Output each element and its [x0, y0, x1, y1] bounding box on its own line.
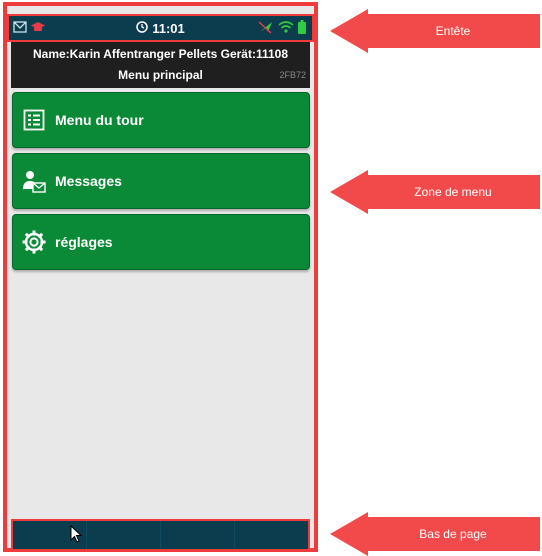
- header-annotation-label: Entête: [435, 24, 471, 38]
- footer-slot[interactable]: [161, 521, 235, 549]
- footer-bar: [11, 519, 310, 551]
- messages-label: Messages: [55, 173, 122, 189]
- status-bar: 11:01: [7, 14, 314, 42]
- menu-zone-annotation: Zone de menu: [366, 175, 540, 209]
- menu-zone-annotation-label: Zone de menu: [414, 185, 492, 199]
- wifi-icon: [278, 20, 294, 39]
- clock-icon: [136, 21, 148, 36]
- footer-annotation-label: Bas de page: [419, 527, 487, 541]
- footer-slot[interactable]: [87, 521, 161, 549]
- menu-zone-annotation-arrow: [330, 170, 368, 214]
- title-block: Name:Karin Affentranger Pellets Gerät:11…: [11, 42, 310, 88]
- status-time: 11:01: [152, 21, 185, 36]
- gps-off-icon: [258, 20, 274, 39]
- list-icon: [21, 107, 47, 133]
- user-mail-icon: [21, 168, 47, 194]
- header-annotation: Entête: [366, 14, 540, 48]
- version-code: 2FB72: [279, 70, 306, 80]
- battery-icon: [298, 20, 306, 39]
- messages-button[interactable]: Messages: [12, 153, 310, 209]
- menu-tour-label: Menu du tour: [55, 112, 144, 128]
- driver-device-name: Name:Karin Affentranger Pellets Gerät:11…: [33, 47, 288, 61]
- gear-icon: [21, 229, 47, 255]
- status-right-icons: [258, 20, 306, 39]
- menu-tour-button[interactable]: Menu du tour: [12, 92, 310, 148]
- footer-annotation: Bas de page: [366, 517, 540, 551]
- footer-annotation-arrow: [330, 512, 368, 556]
- settings-button[interactable]: réglages: [12, 214, 310, 270]
- header-annotation-arrow: [330, 9, 368, 53]
- page-title: Menu principal: [118, 68, 203, 82]
- mouse-cursor-icon: [70, 524, 83, 548]
- footer-slot[interactable]: [235, 521, 308, 549]
- settings-label: réglages: [55, 234, 113, 250]
